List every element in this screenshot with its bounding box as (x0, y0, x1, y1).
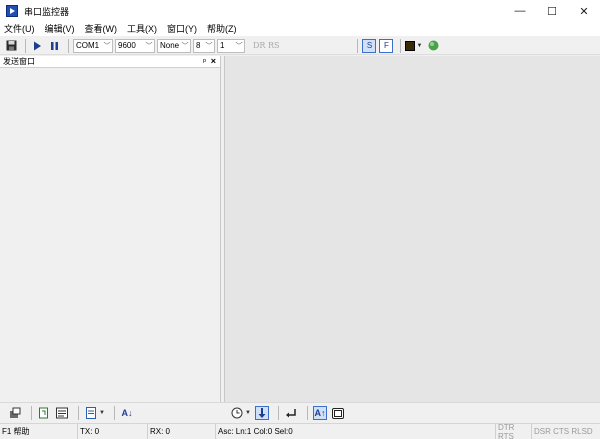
chevron-down-icon[interactable]: ▼ (416, 43, 422, 49)
timestamp-button[interactable] (230, 406, 244, 420)
send-file-icon (10, 407, 21, 418)
databits-select[interactable]: 8 ﹀ (193, 38, 215, 53)
window-controls: — ☐ ✕ (504, 0, 600, 22)
toolbar-separator (306, 406, 308, 420)
status-help: F1 帮助 (0, 423, 78, 439)
chevron-down-icon: ﹀ (205, 42, 213, 50)
receive-pane[interactable] (224, 56, 600, 402)
toolbar-separator (68, 38, 69, 53)
menu-view[interactable]: 查看(W) (85, 22, 118, 36)
baud-value: 9600 (118, 41, 136, 50)
toolbar-separator (277, 406, 279, 420)
start-button[interactable] (30, 39, 44, 53)
port-select[interactable]: COM1 ﹀ (73, 38, 113, 53)
stopbits-value: 1 (220, 41, 225, 50)
menu-window[interactable]: 窗口(Y) (167, 22, 197, 36)
close-button[interactable]: ✕ (568, 0, 600, 22)
status-cursor: Asc: Ln:1 Col:0 Sel:0 (216, 423, 496, 439)
close-icon[interactable]: × (211, 56, 216, 66)
chevron-down-icon: ﹀ (103, 42, 111, 50)
document-icon (86, 407, 96, 419)
minimize-button[interactable]: — (504, 0, 536, 22)
parity-select[interactable]: None ﹀ (157, 38, 191, 53)
sort-button[interactable]: A↓ (120, 406, 134, 420)
color-swatch-icon (405, 40, 416, 51)
color-button[interactable] (405, 39, 416, 53)
menu-edit[interactable]: 编辑(V) (45, 22, 75, 36)
sort-icon: A↓ (121, 408, 133, 418)
window-title: 串口监控器 (24, 6, 70, 17)
port-value: COM1 (76, 41, 100, 50)
clock-icon (231, 407, 243, 419)
s-button[interactable]: S (362, 38, 377, 53)
baud-select[interactable]: 9600 ﹀ (115, 38, 155, 53)
parity-value: None (160, 41, 180, 50)
web-button[interactable] (426, 39, 440, 53)
hex-view-icon (56, 407, 68, 419)
toolbar-separator (25, 38, 26, 53)
send-file-button[interactable] (8, 406, 22, 420)
status-tx: TX: 0 (78, 423, 148, 439)
arrow-down-icon (258, 408, 266, 418)
title-bar: 串口监控器 — ☐ ✕ (0, 0, 600, 22)
chevron-down-icon: ﹀ (145, 42, 153, 50)
send-pane-header: 发送窗口 ᵖ × (0, 56, 220, 68)
menu-help[interactable]: 帮助(Z) (207, 22, 237, 36)
save-button[interactable] (4, 39, 18, 53)
globe-icon (428, 40, 439, 51)
loop-icon (39, 407, 48, 419)
toolbar: COM1 ﹀ 9600 ﹀ None ﹀ 8 ﹀ 1 ﹀ DR RS S F ▼ (0, 37, 600, 55)
send-input-area[interactable] (2, 70, 218, 400)
play-icon (33, 41, 41, 50)
toolbar-separator (78, 406, 79, 420)
pause-button[interactable] (47, 39, 61, 53)
toolbar-separator (400, 38, 402, 53)
send-pane: 发送窗口 ᵖ × (0, 56, 221, 402)
autoscroll-button[interactable] (254, 406, 269, 420)
chevron-down-icon: ﹀ (235, 42, 243, 50)
status-rx: RX: 0 (148, 423, 216, 439)
status-bar: F1 帮助 TX: 0 RX: 0 Asc: Ln:1 Col:0 Sel:0 … (0, 423, 600, 439)
document-button[interactable] (84, 406, 98, 420)
frame-icon (331, 407, 344, 419)
stopbits-select[interactable]: 1 ﹀ (217, 38, 245, 53)
f-button[interactable]: F (379, 38, 394, 53)
chevron-down-icon: ﹀ (181, 42, 189, 50)
loop-send-button[interactable] (37, 406, 51, 420)
status-dsr-cts: DSR CTS RLSD (534, 427, 593, 436)
maximize-button[interactable]: ☐ (536, 0, 568, 22)
chevron-down-icon[interactable]: ▼ (99, 410, 105, 416)
bottom-toolbar: ▼ A↓ ▼ A↑ (0, 402, 600, 422)
toolbar-separator (31, 406, 32, 420)
toolbar-separator (113, 406, 115, 420)
newline-button[interactable] (284, 406, 298, 420)
pause-icon (50, 41, 58, 50)
pin-icon[interactable]: ᵖ (203, 57, 206, 66)
menu-tools[interactable]: 工具(X) (127, 22, 157, 36)
status-dtr-rts: DTR RTS (496, 423, 532, 439)
app-icon (6, 5, 18, 17)
send-pane-title: 发送窗口 (3, 57, 35, 66)
frame-button[interactable] (331, 406, 345, 420)
databits-value: 8 (196, 41, 201, 50)
send-toolbar: ▼ A↓ (8, 406, 138, 420)
font-icon: A↑ (314, 408, 326, 418)
font-button[interactable]: A↑ (312, 406, 327, 420)
hex-view-button[interactable] (55, 406, 69, 420)
toolbar-separator (357, 38, 359, 53)
menu-file[interactable]: 文件(U) (4, 22, 35, 36)
chevron-down-icon[interactable]: ▼ (245, 410, 251, 416)
enter-icon (285, 409, 296, 418)
save-icon (6, 40, 16, 51)
receive-toolbar: ▼ A↑ (230, 406, 349, 420)
menu-bar: 文件(U) 编辑(V) 查看(W) 工具(X) 窗口(Y) 帮助(Z) (0, 22, 600, 36)
signal-indicators: DR RS (253, 41, 280, 50)
